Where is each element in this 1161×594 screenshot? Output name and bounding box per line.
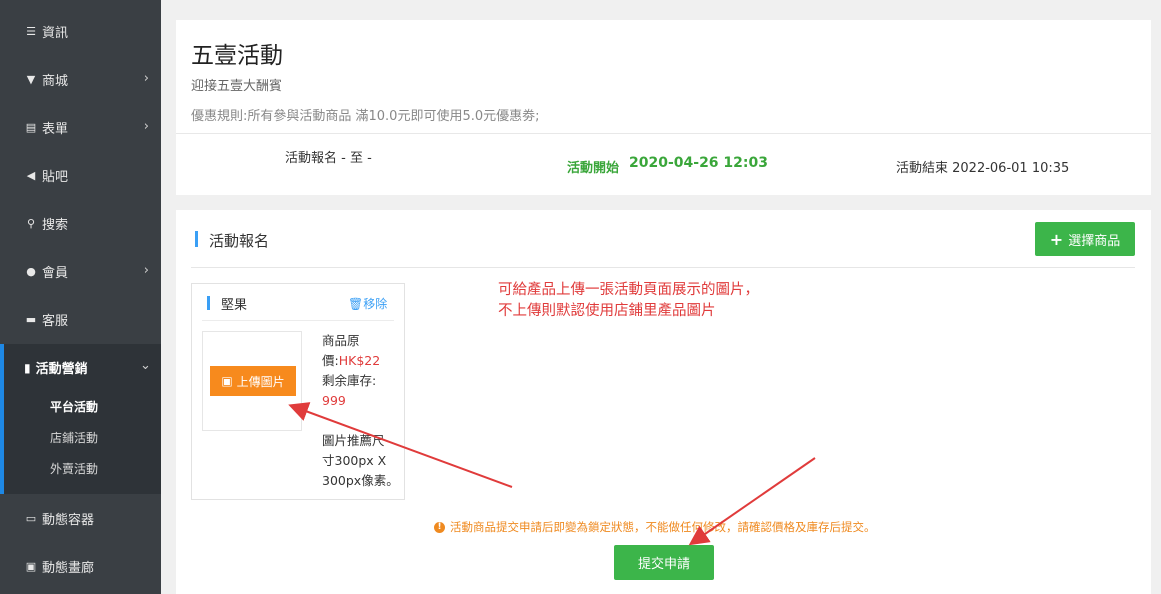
upload-label: 上傳圖片 [236,374,285,389]
signup-card: 活動報名 + 選擇商品 堅果 🗑移除 ▣ 上傳圖片 商品原 價:HK$22 剩余… [176,210,1151,594]
sidebar-item-label: 表單 [42,121,69,137]
divider [202,320,394,321]
sidebar-group-marketing: ▮ 活動營銷 ⌄ 平台活動 店鋪活動 外賣活動 [0,344,161,494]
search-icon: ⚲ [26,216,36,230]
sidebar-item-member[interactable]: ● 會員 › [0,247,161,295]
image-hint-line: 圖片推薦尺 [322,433,385,448]
stock-value: 999 [322,393,346,408]
divider [191,267,1135,268]
start-label: 活動開始 [567,161,620,176]
warning-text: 活動商品提交申請后即變為鎖定狀態，不能做任何修改，請確認價格及庫存后提交。 [450,520,876,534]
section-accent-bar [195,231,198,247]
annotation-note: 可給產品上傳一張活動頁面展示的圖片， 不上傳則默認使用店鋪里產品圖片 [498,280,798,322]
submit-button[interactable]: 提交申請 [614,545,714,580]
chevron-right-icon: › [143,71,149,86]
image-hint-line: 300px像素。 [322,473,399,488]
product-image-box: ▣ 上傳圖片 [202,331,302,431]
warning-icon: ! [434,521,445,533]
start-time: 2020-04-26 12:03 [629,155,768,171]
sidebar-item-label: 搜索 [42,217,69,233]
image-icon: ▣ [25,559,37,573]
sidebar-item-container[interactable]: ▭ 動態容器 [0,494,161,542]
product-card: 堅果 🗑移除 ▣ 上傳圖片 商品原 價:HK$22 剩余庫存: 999 圖片推薦… [191,283,405,500]
sidebar-item-forum[interactable]: ◀ 貼吧 [0,151,161,199]
warning-message: ! 活動商品提交申請后即變為鎖定狀態，不能做任何修改，請確認價格及庫存后提交。 [434,519,876,535]
chevron-right-icon: › [143,263,149,278]
sidebar-subitem-platform[interactable]: 平台活動 [50,398,98,415]
sidebar-item-label: 資訊 [42,25,69,41]
form-icon: ▤ [25,120,37,134]
sidebar-item-label: 活動營銷 [35,362,88,377]
image-hint: 圖片推薦尺 寸300px X 300px像素。 [322,431,399,491]
sidebar-item-search[interactable]: ⚲ 搜索 [0,199,161,247]
page-title: 五壹活動 [191,43,283,69]
chat-icon: ▬ [25,312,37,326]
sidebar-item-label: 客服 [42,313,69,329]
price-label-2: 價: [322,353,339,368]
remove-button[interactable]: 🗑移除 [348,295,387,312]
image-hint-line: 寸300px X [322,453,387,468]
annotation-line: 不上傳則默認使用店鋪里產品圖片 [498,303,716,319]
sidebar-item-label: 動態畫廊 [42,560,95,576]
container-icon: ▭ [25,511,37,525]
activity-subtitle: 迎接五壹大酬賓 [191,79,283,94]
divider [176,133,1151,134]
chevron-right-icon: › [143,119,149,134]
sidebar-item-label: 商城 [42,73,69,89]
image-icon: ▣ [221,374,233,388]
upload-image-button[interactable]: ▣ 上傳圖片 [210,366,296,396]
product-accent-bar [207,296,210,310]
signup-time: 活動報名 - 至 - [285,151,372,166]
sidebar-item-gallery[interactable]: ▣ 動態畫廊 [0,542,161,590]
bookmark-icon: ▮ [24,360,31,375]
bell-icon: ● [26,264,36,278]
select-product-button[interactable]: + 選擇商品 [1035,222,1135,256]
remove-label: 移除 [363,297,388,311]
annotation-line: 可給產品上傳一張活動頁面展示的圖片， [498,282,759,298]
sidebar-item-label: 會員 [42,265,69,281]
stock-label: 剩余庫存: [322,373,377,388]
sidebar-subitem-takeaway[interactable]: 外賣活動 [50,460,98,477]
price-line: 價:HK$22 [322,351,380,371]
sidebar-item-marketing[interactable]: ▮ 活動營銷 ⌄ [24,358,151,377]
chevron-down-icon: ⌄ [140,358,151,373]
section-title: 活動報名 [209,232,270,250]
sidebar-item-label: 動態容器 [42,512,95,528]
select-product-label: 選擇商品 [1068,233,1121,249]
list-icon: ☰ [26,24,36,38]
price-label: 商品原 [322,333,360,348]
price-info: 商品原 價:HK$22 剩余庫存: 999 [322,331,380,411]
cart-icon: ▼ [26,72,36,86]
price-value: HK$22 [338,353,381,368]
end-time: 活動結束 2022-06-01 10:35 [896,161,1070,176]
sidebar-item-label: 貼吧 [42,169,69,185]
sidebar-item-form[interactable]: ▤ 表單 › [0,103,161,151]
activity-info-card: 五壹活動 迎接五壹大酬賓 優惠規則:所有參與活動商品 滿10.0元即可使用5.0… [176,20,1151,195]
megaphone-icon: ◀ [26,168,36,182]
discount-rule: 優惠規則:所有參與活動商品 滿10.0元即可使用5.0元優惠劵; [191,109,540,124]
sidebar: ☰ 資訊 ▼ 商城 › ▤ 表單 › ◀ 貼吧 ⚲ 搜索 ● 會員 › ▬ 客服… [0,0,161,594]
trash-icon: 🗑 [348,297,364,311]
sidebar-item-info[interactable]: ☰ 資訊 [0,7,161,55]
sidebar-subitem-shop[interactable]: 店鋪活動 [50,429,98,446]
sidebar-item-service[interactable]: ▬ 客服 [0,295,161,343]
plus-icon: + [1049,229,1064,249]
product-name: 堅果 [221,298,248,313]
sidebar-item-mall[interactable]: ▼ 商城 › [0,55,161,103]
